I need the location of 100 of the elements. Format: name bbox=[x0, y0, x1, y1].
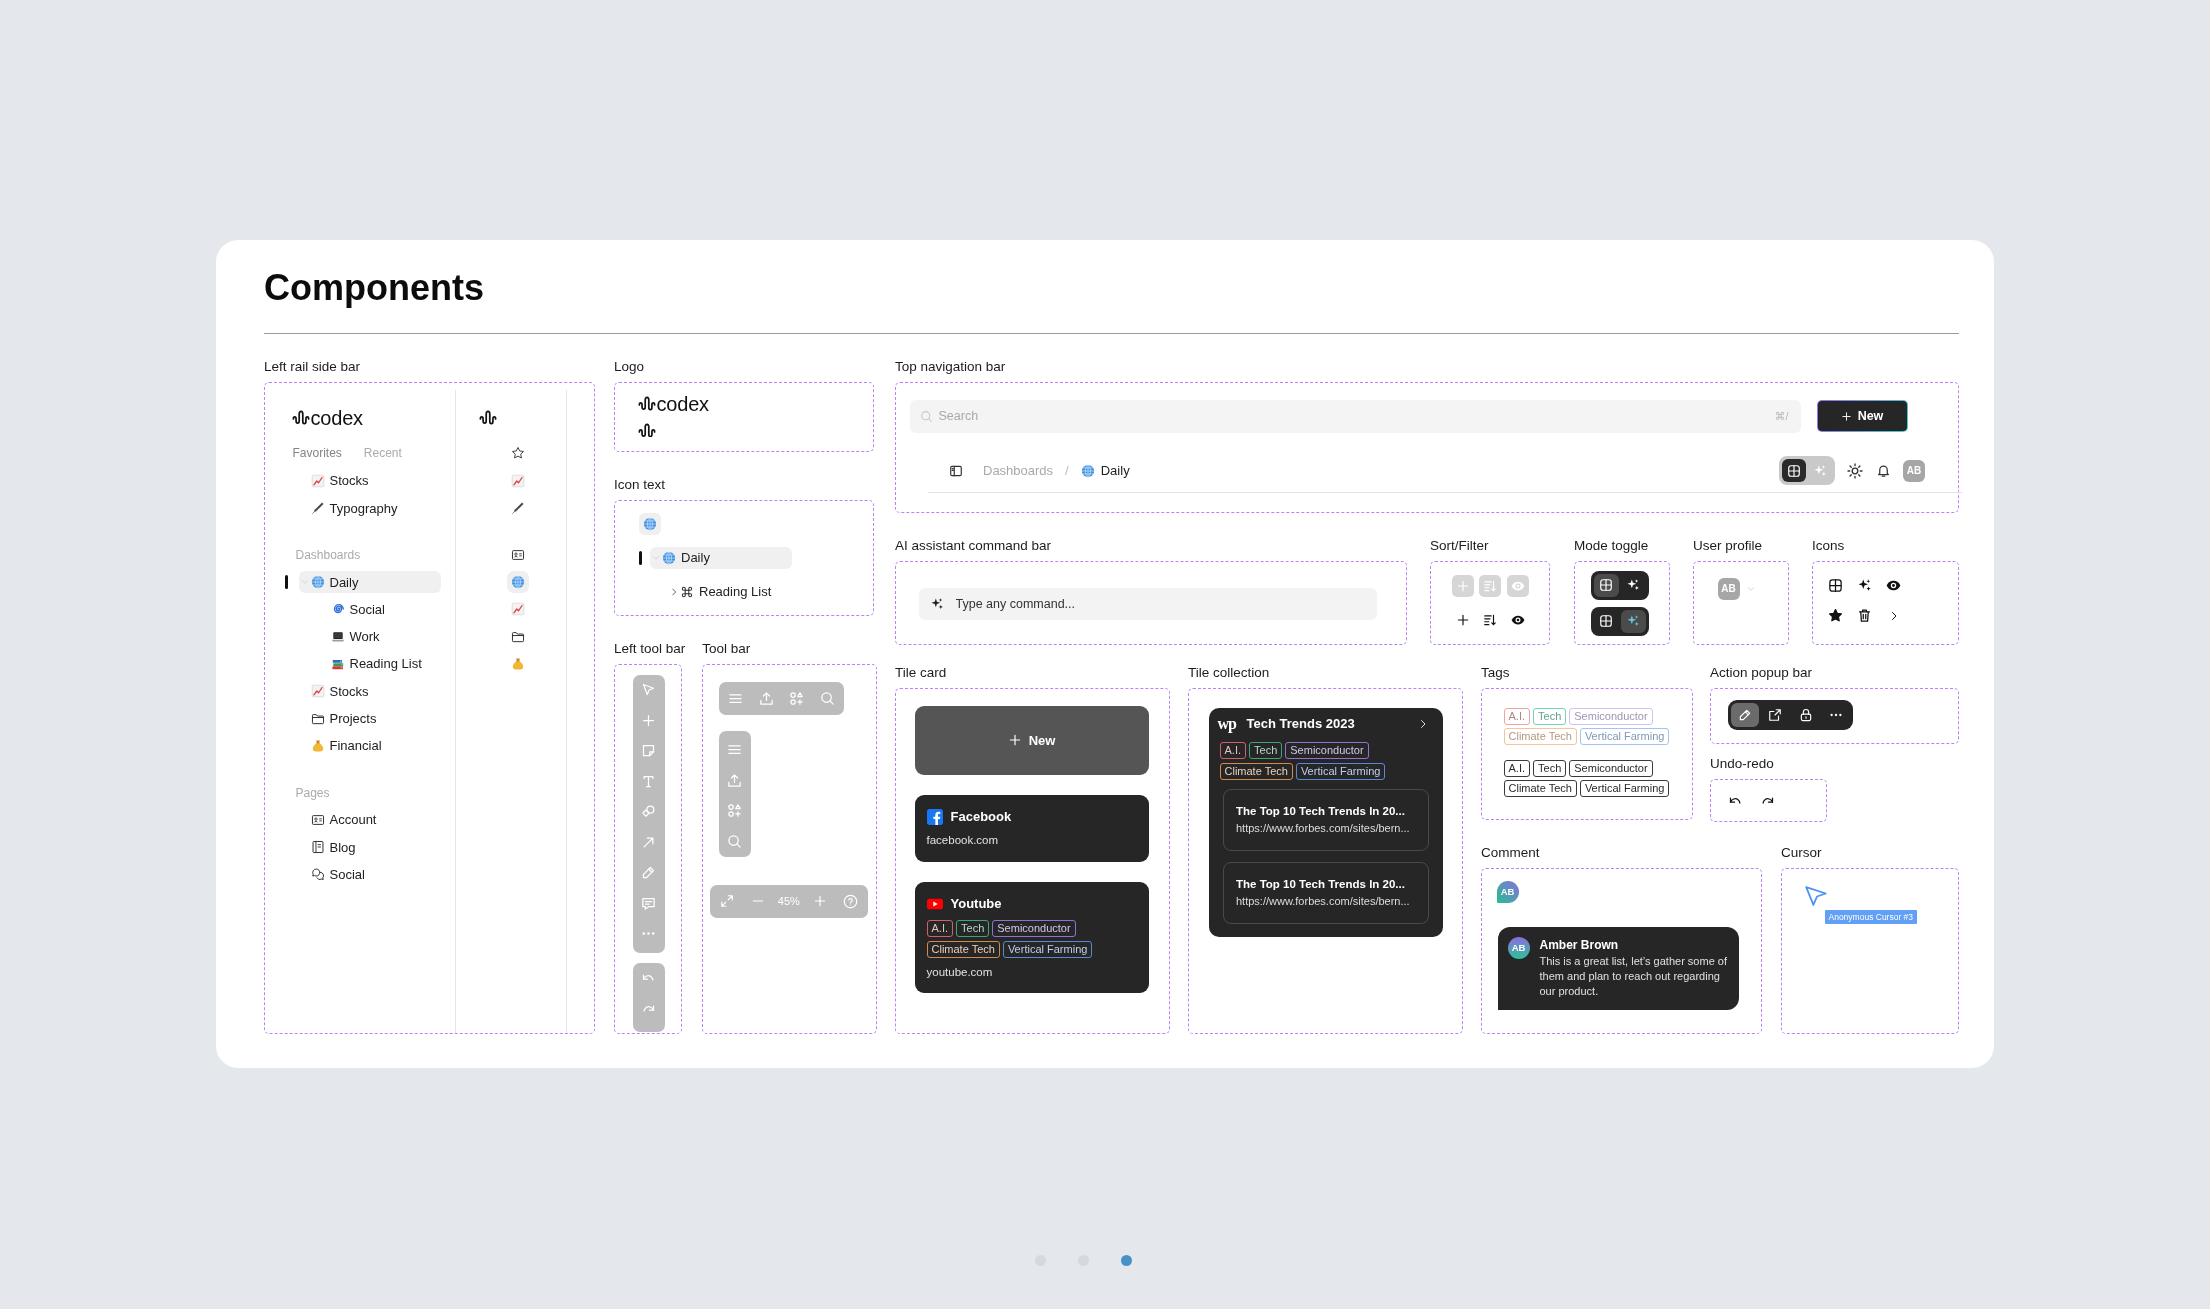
section-label: Tile card bbox=[895, 664, 947, 681]
sidebar-item[interactable]: Projects bbox=[310, 707, 377, 730]
link-title: The Top 10 Tech Trends In 20... bbox=[1236, 804, 1405, 819]
shapes-plus-icon[interactable] bbox=[789, 690, 805, 706]
sidebar-item[interactable]: Stocks bbox=[310, 469, 369, 492]
folder-icon bbox=[310, 711, 325, 726]
section-label: AI assistant command bar bbox=[895, 537, 1052, 554]
avatar: AB bbox=[1507, 936, 1530, 959]
sticky-note-icon[interactable] bbox=[641, 743, 656, 759]
folder-icon bbox=[510, 629, 525, 644]
plus-icon[interactable] bbox=[812, 894, 827, 908]
sidebar-toggle-icon[interactable] bbox=[949, 463, 963, 478]
section-label: Mode toggle bbox=[1574, 537, 1649, 554]
sidebar-item[interactable]: Reading List bbox=[668, 580, 772, 603]
tile-title: Facebook bbox=[950, 809, 1012, 824]
sidebar-item[interactable]: Typography bbox=[310, 497, 398, 520]
grid-icon bbox=[1599, 614, 1613, 628]
sidebar-item[interactable]: Financial bbox=[310, 734, 382, 757]
command-field[interactable]: Type any command... bbox=[918, 587, 1377, 620]
wave-logo-icon bbox=[478, 410, 497, 425]
tag: Semiconductor bbox=[1569, 707, 1653, 725]
grid-icon bbox=[1787, 463, 1801, 478]
sidebar-item[interactable]: Blog bbox=[310, 836, 356, 859]
id-card-icon bbox=[310, 812, 325, 827]
help-icon[interactable] bbox=[843, 893, 859, 909]
plus-icon bbox=[1455, 612, 1470, 627]
rail-item[interactable] bbox=[510, 547, 525, 562]
document-icon bbox=[310, 840, 325, 855]
search-icon bbox=[919, 409, 933, 423]
group-heading: Pages bbox=[295, 785, 330, 800]
section-label: Tags bbox=[1481, 664, 1510, 681]
mode-option[interactable] bbox=[1782, 459, 1806, 482]
tag: Vertical Farming bbox=[1002, 941, 1093, 958]
section-label: Left tool bar bbox=[614, 640, 686, 657]
action-button[interactable] bbox=[1730, 702, 1759, 727]
bell-icon[interactable] bbox=[1876, 463, 1891, 478]
sidebar-item[interactable]: Social bbox=[330, 598, 385, 621]
comment-icon[interactable] bbox=[641, 895, 656, 911]
star-icon bbox=[510, 446, 525, 461]
link-url: https://www.forbes.com/sites/bern... bbox=[1236, 894, 1410, 908]
link-card[interactable]: The Top 10 Tech Trends In 20... https://www.forbes.com/sites/bern... bbox=[1222, 788, 1429, 851]
chart-icon bbox=[510, 473, 525, 488]
tag: Vertical Farming bbox=[1579, 727, 1670, 745]
link-tile[interactable]: Youtube A.I. Tech Semiconductor Climate Tech Vertical Farming youtube.com bbox=[914, 881, 1149, 993]
page-title: Components bbox=[264, 266, 484, 310]
cursor-icon bbox=[1804, 885, 1827, 906]
sidebar-item[interactable]: Account bbox=[310, 808, 377, 831]
money-bag-icon bbox=[510, 656, 525, 671]
sparkles-icon bbox=[929, 596, 944, 611]
link-url: https://www.forbes.com/sites/bern... bbox=[1236, 821, 1410, 835]
section-label: Action popup bar bbox=[1710, 664, 1813, 681]
logo-text: codex bbox=[656, 392, 709, 415]
rail-item[interactable] bbox=[510, 629, 525, 644]
sun-icon[interactable] bbox=[1847, 462, 1863, 479]
tile-url: facebook.com bbox=[926, 833, 999, 848]
facebook-icon bbox=[926, 808, 943, 825]
sidebar-tab[interactable]: Favorites bbox=[292, 446, 342, 461]
pencil-icon[interactable] bbox=[641, 865, 656, 881]
shapes-plus-icon[interactable] bbox=[727, 803, 743, 819]
sidebar-item[interactable]: Stocks bbox=[310, 680, 369, 703]
plus-icon[interactable] bbox=[641, 712, 656, 728]
mode-option[interactable] bbox=[1620, 609, 1646, 633]
sidebar-item[interactable]: Reading List bbox=[330, 652, 422, 675]
sidebar-item[interactable]: Daily bbox=[298, 571, 441, 594]
new-button[interactable]: New bbox=[1816, 400, 1908, 432]
page-dot[interactable] bbox=[1120, 1255, 1132, 1266]
chart-icon bbox=[310, 473, 325, 488]
new-tile-button[interactable]: New bbox=[914, 705, 1149, 775]
search-icon[interactable] bbox=[727, 833, 743, 849]
sparkles-icon bbox=[1857, 578, 1872, 593]
pen-icon bbox=[310, 501, 325, 516]
section-label: Cursor bbox=[1781, 844, 1822, 861]
rail-item[interactable] bbox=[510, 501, 525, 516]
tag: A.I. bbox=[926, 920, 953, 937]
search-icon[interactable] bbox=[819, 690, 835, 706]
pointer-icon[interactable] bbox=[641, 682, 656, 698]
tag: Climate Tech bbox=[1503, 779, 1577, 797]
sidebar-item[interactable]: Daily bbox=[650, 546, 792, 569]
command-icon bbox=[680, 584, 694, 599]
link-card[interactable]: The Top 10 Tech Trends In 20... https://www.forbes.com/sites/bern... bbox=[1222, 861, 1429, 924]
upload-icon[interactable] bbox=[758, 690, 774, 706]
section-label: Sort/Filter bbox=[1430, 537, 1489, 554]
search-input[interactable]: Search bbox=[938, 407, 1769, 425]
id-card-icon bbox=[510, 547, 525, 562]
mode-option[interactable] bbox=[1593, 573, 1619, 597]
command-input[interactable]: Type any command... bbox=[955, 594, 1377, 613]
breadcrumb-item[interactable]: Daily bbox=[1100, 463, 1130, 478]
expand-icon[interactable] bbox=[719, 894, 734, 908]
sidebar-item[interactable]: Work bbox=[330, 625, 380, 648]
lock-icon bbox=[1798, 707, 1813, 722]
link-tile[interactable]: Facebook facebook.com bbox=[914, 794, 1149, 862]
upload-icon[interactable] bbox=[727, 772, 743, 788]
sidebar-item[interactable]: Social bbox=[310, 863, 365, 886]
arrow-icon[interactable] bbox=[641, 834, 656, 850]
shapes-icon[interactable] bbox=[641, 804, 656, 820]
selection-indicator bbox=[284, 575, 288, 590]
rail-item[interactable] bbox=[510, 446, 525, 461]
tag: A.I. bbox=[1503, 759, 1530, 777]
text-tool-icon[interactable] bbox=[641, 773, 656, 789]
wave-logo-icon bbox=[291, 410, 310, 425]
